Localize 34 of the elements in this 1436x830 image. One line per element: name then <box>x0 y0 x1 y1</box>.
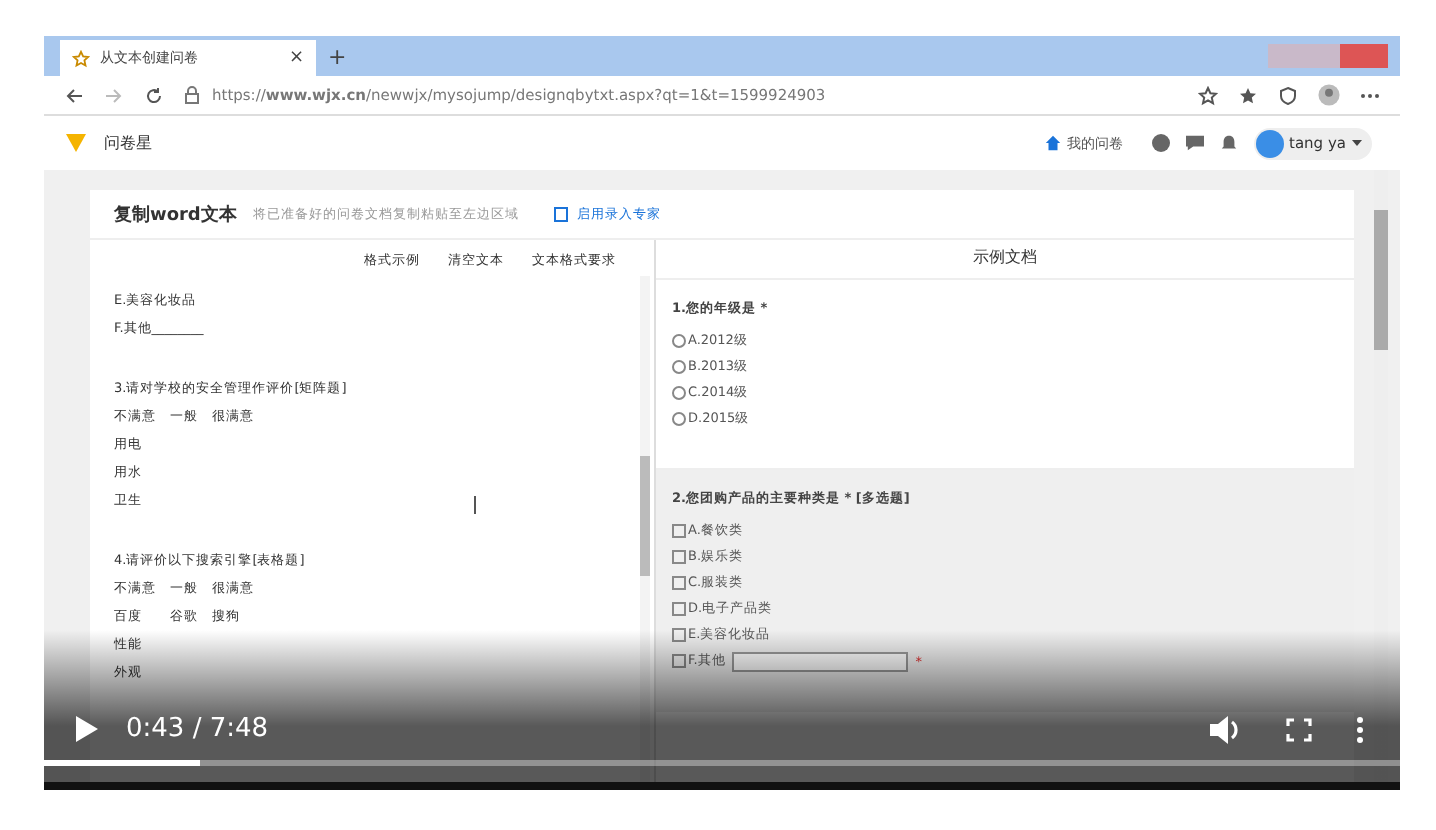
new-tab-button[interactable]: + <box>328 43 347 69</box>
checkbox[interactable] <box>672 628 686 642</box>
checkbox[interactable] <box>672 654 686 668</box>
favorites-icon[interactable] <box>1238 85 1258 105</box>
brand-name[interactable]: 问卷星 <box>104 132 152 154</box>
play-icon[interactable] <box>76 716 98 742</box>
caret-icon <box>1352 140 1362 146</box>
clipboard-icon <box>554 206 569 222</box>
video-time: 0:43 / 7:48 <box>126 714 269 744</box>
more-icon[interactable] <box>1360 91 1380 99</box>
editor-title: 复制word文本 <box>114 202 237 227</box>
volume-icon[interactable] <box>1210 715 1242 743</box>
text-cursor-icon <box>474 496 476 514</box>
close-tab-button[interactable]: × <box>288 48 304 68</box>
checkbox[interactable] <box>672 524 686 538</box>
fullscreen-icon[interactable] <box>1286 717 1312 741</box>
logo-icon <box>64 132 88 154</box>
checkbox[interactable] <box>672 550 686 564</box>
message-icon[interactable] <box>1185 134 1204 152</box>
bell-icon[interactable] <box>1219 134 1238 152</box>
lock-icon <box>184 86 200 104</box>
profile-icon[interactable] <box>1318 84 1340 106</box>
progress-bar[interactable] <box>44 760 1400 766</box>
shield-icon[interactable] <box>1278 85 1298 105</box>
star-icon[interactable] <box>1198 85 1218 105</box>
checkbox[interactable] <box>672 602 686 616</box>
star-icon <box>72 49 90 67</box>
home-icon <box>1043 134 1062 152</box>
back-icon[interactable] <box>64 85 84 105</box>
avatar-icon <box>1255 129 1284 157</box>
refresh-icon[interactable] <box>144 85 164 105</box>
more-icon[interactable] <box>1356 715 1364 743</box>
other-input-field[interactable] <box>731 651 908 671</box>
checkbox[interactable] <box>672 576 686 590</box>
